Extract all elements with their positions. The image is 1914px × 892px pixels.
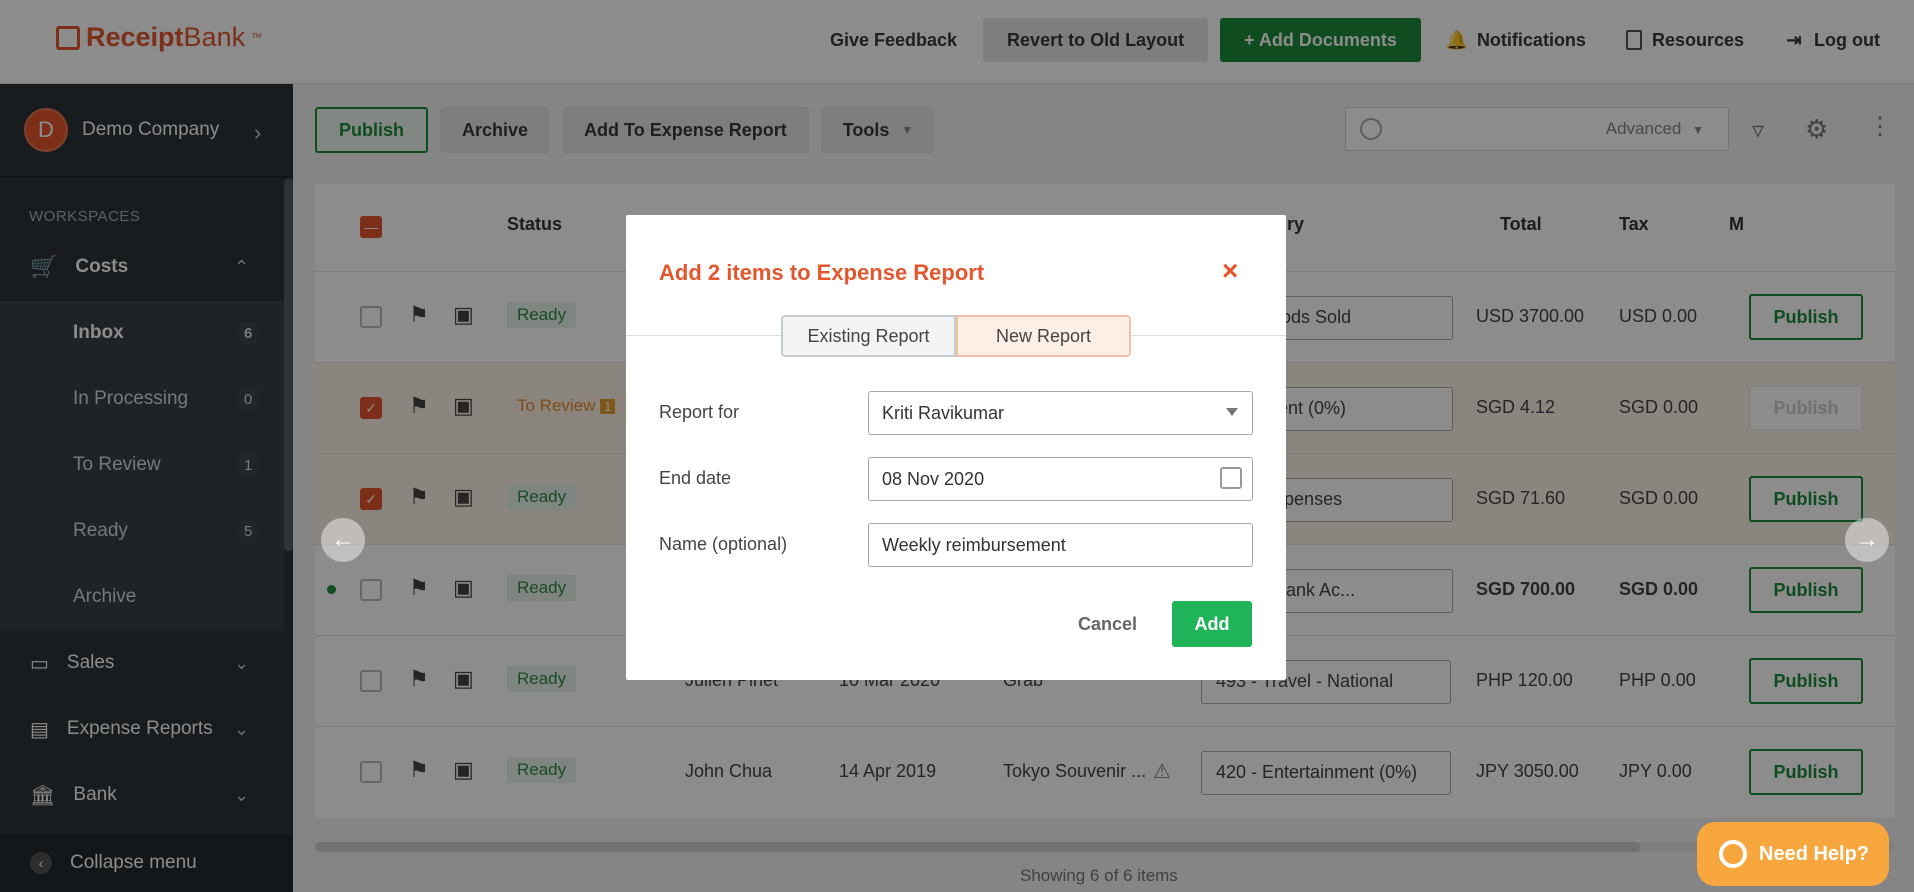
report-type-toggle: Existing Report New Report [781, 315, 1131, 357]
cancel-button[interactable]: Cancel [1078, 614, 1137, 635]
need-help-button[interactable]: Need Help? [1697, 822, 1889, 886]
name-input[interactable]: Weekly reimbursement [868, 523, 1253, 567]
lifebuoy-icon [1719, 840, 1747, 868]
arrow-right-icon[interactable]: → [1845, 518, 1889, 562]
tab-new-report[interactable]: New Report [956, 315, 1131, 357]
calendar-icon[interactable] [1220, 467, 1242, 489]
close-icon[interactable]: × [1222, 255, 1238, 287]
arrow-left-icon[interactable]: ← [321, 518, 365, 562]
dialog-title: Add 2 items to Expense Report [659, 260, 985, 285]
add-button[interactable]: Add [1172, 601, 1252, 647]
report-for-value: Kriti Ravikumar [882, 403, 1005, 423]
name-label: Name (optional) [659, 534, 788, 554]
expense-report-dialog: Add 2 items to Expense Report × Existing… [626, 215, 1286, 680]
report-for-select[interactable]: Kriti Ravikumar [868, 391, 1253, 435]
need-help-label: Need Help? [1759, 842, 1870, 865]
name-value: Weekly reimbursement [882, 535, 1066, 555]
end-date-label: End date [659, 468, 732, 488]
end-date-value: 08 Nov 2020 [882, 469, 985, 489]
tab-existing-report[interactable]: Existing Report [781, 315, 956, 357]
caret-down-icon [1226, 408, 1238, 416]
report-for-label: Report for [659, 402, 740, 422]
end-date-field[interactable]: 08 Nov 2020 [868, 457, 1253, 501]
